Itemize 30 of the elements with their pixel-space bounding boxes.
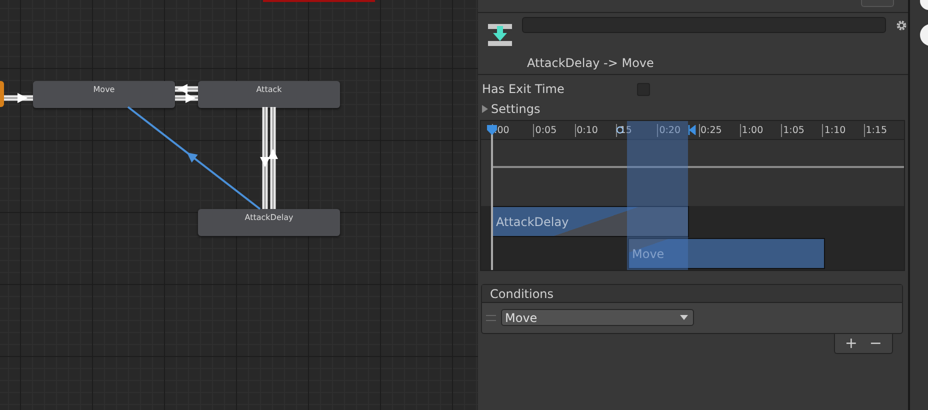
tick-label: 0:05 bbox=[535, 125, 557, 136]
transition-arrow[interactable] bbox=[260, 107, 270, 209]
condition-dropdown[interactable]: Move bbox=[501, 309, 694, 326]
conditions-header: Conditions bbox=[482, 285, 902, 303]
transition-icon bbox=[488, 23, 512, 47]
transition-arrow[interactable] bbox=[4, 93, 33, 103]
drag-handle-icon[interactable] bbox=[486, 314, 496, 320]
transition-arrow[interactable] bbox=[175, 93, 198, 103]
tick-label: 1:15 bbox=[866, 125, 888, 136]
remove-button[interactable]: − bbox=[865, 334, 886, 353]
transition-end-marker[interactable] bbox=[688, 125, 696, 135]
state-node[interactable]: AttackDelay bbox=[198, 209, 340, 236]
name-field[interactable] bbox=[522, 17, 886, 33]
transition-title: AttackDelay -> Move bbox=[527, 56, 655, 70]
tick-label: 1:05 bbox=[783, 125, 804, 136]
tick-label: 0:25 bbox=[700, 125, 722, 136]
tick-label: 0:10 bbox=[576, 125, 598, 136]
state-node[interactable]: Attack bbox=[198, 81, 340, 108]
clip-bar[interactable]: AttackDelay bbox=[492, 206, 689, 237]
has-exit-time-label: Has Exit Time bbox=[482, 82, 566, 96]
state-node[interactable]: Move bbox=[33, 81, 175, 108]
tick-label: 0:20 bbox=[659, 125, 681, 136]
tick-label: 1:10 bbox=[824, 125, 846, 136]
transition-arrow[interactable] bbox=[268, 107, 278, 209]
transition-arrow[interactable] bbox=[175, 84, 198, 94]
tick-label: :00 bbox=[494, 125, 510, 136]
tick-label: 1:00 bbox=[742, 125, 764, 136]
settings-foldout[interactable]: Settings bbox=[482, 99, 904, 119]
settings-icon[interactable] bbox=[896, 20, 907, 31]
add-button[interactable]: + bbox=[840, 334, 862, 353]
